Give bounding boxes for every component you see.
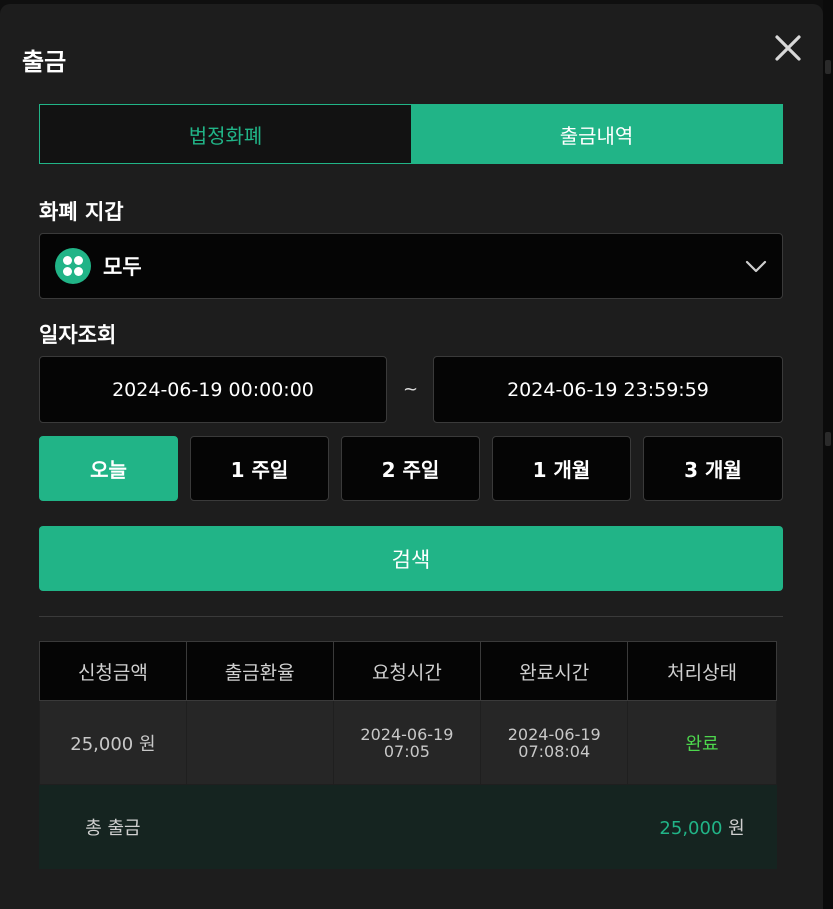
column-header: 요청시간 <box>332 641 482 701</box>
quick-range-2weeks[interactable]: 2 주일 <box>341 436 480 501</box>
chevron-down-icon <box>745 260 767 273</box>
date-label: 일자조회 <box>39 323 117 347</box>
amount-cell: 25,000 원 <box>39 700 187 785</box>
empty-cell <box>185 784 334 869</box>
close-icon[interactable] <box>772 32 804 64</box>
search-button[interactable]: 검색 <box>39 526 783 591</box>
complete-time: 07:08:04 <box>518 741 591 761</box>
date-from-input[interactable]: 2024-06-19 00:00:00 <box>39 356 387 423</box>
date-separator: ~ <box>403 379 419 400</box>
total-row: 총 출금 25,000 원 <box>39 784 777 869</box>
empty-cell <box>332 784 482 869</box>
table-row: 25,000 원 2024-06-19 07:05 2024-06-19 07:… <box>39 700 777 785</box>
date-to-input[interactable]: 2024-06-19 23:59:59 <box>433 356 783 423</box>
withdraw-modal: 출금 법정화폐 출금내역 화폐 지갑 모두 일자조회 2024-06-19 00… <box>0 4 823 909</box>
total-amount: 25,000 <box>659 817 723 839</box>
quick-range-1month[interactable]: 1 개월 <box>492 436 631 501</box>
total-unit: 원 <box>728 817 745 839</box>
total-amount-cell: 25,000 원 <box>627 784 777 869</box>
wallet-select[interactable]: 모두 <box>39 233 783 299</box>
complete-date: 2024-06-19 <box>507 724 601 744</box>
grid-dots-icon <box>55 248 91 284</box>
background-scroll-edge <box>823 0 833 909</box>
column-header: 출금환율 <box>185 641 334 701</box>
withdraw-history-table: 신청금액 출금환율 요청시간 완료시간 처리상태 25,000 원 2024-0… <box>39 641 777 869</box>
quick-range-1week[interactable]: 1 주일 <box>190 436 329 501</box>
tab-bar: 법정화폐 출금내역 <box>39 104 783 164</box>
complete-time-cell: 2024-06-19 07:08:04 <box>480 700 629 785</box>
request-time-cell: 2024-06-19 07:05 <box>332 700 482 785</box>
wallet-selected-value: 모두 <box>103 255 142 279</box>
column-header: 완료시간 <box>480 641 629 701</box>
empty-cell <box>480 784 629 869</box>
rate-cell <box>185 700 334 785</box>
tab-withdraw-history[interactable]: 출금내역 <box>411 105 782 163</box>
modal-title: 출금 <box>22 48 67 76</box>
divider <box>39 616 783 617</box>
column-header: 신청금액 <box>39 641 187 701</box>
total-label: 총 출금 <box>39 784 187 869</box>
tab-fiat[interactable]: 법정화폐 <box>40 105 411 163</box>
wallet-label: 화폐 지갑 <box>39 200 124 224</box>
status-badge: 완료 <box>627 700 777 785</box>
quick-range-today[interactable]: 오늘 <box>39 436 178 501</box>
request-date: 2024-06-19 <box>360 724 454 744</box>
column-header: 처리상태 <box>627 641 777 701</box>
request-time: 07:05 <box>383 741 430 761</box>
quick-range-3months[interactable]: 3 개월 <box>643 436 783 501</box>
edge-mark <box>825 60 831 74</box>
edge-mark <box>825 432 831 446</box>
